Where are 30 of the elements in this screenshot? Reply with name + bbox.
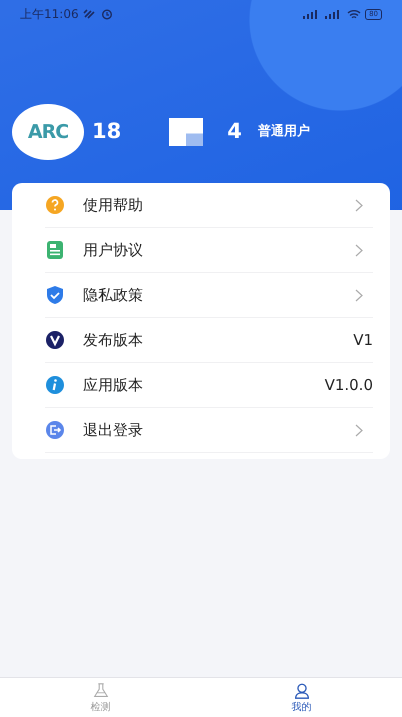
status-time: 上午11:06 bbox=[20, 6, 79, 23]
menu-item-label[interactable]: 应用版本 bbox=[83, 374, 325, 396]
user-role: 普通用户 bbox=[258, 122, 310, 142]
notification-icon bbox=[82, 8, 97, 20]
phone-number: 4 bbox=[227, 118, 242, 146]
person-icon bbox=[292, 682, 310, 700]
shield-check-icon bbox=[45, 285, 65, 305]
chevron-right-icon bbox=[355, 288, 363, 302]
logout-icon bbox=[45, 420, 65, 440]
menu-item-label[interactable]: 发布版本 bbox=[83, 328, 354, 352]
app-logo: ARC bbox=[12, 104, 84, 160]
info-icon bbox=[45, 375, 65, 395]
flask-icon bbox=[92, 682, 110, 700]
tab[interactable]: 我的 bbox=[292, 678, 312, 717]
v-circle-icon bbox=[45, 330, 65, 350]
chevron-right-icon bbox=[355, 244, 363, 256]
version-value: V1 bbox=[353, 330, 373, 351]
help-icon bbox=[45, 195, 65, 215]
document-icon bbox=[45, 240, 65, 260]
wifi-icon bbox=[347, 8, 362, 20]
menu-item-label[interactable]: 用户协议 bbox=[83, 238, 355, 262]
version-value: V1.0.0 bbox=[324, 374, 373, 396]
redaction-block bbox=[169, 118, 204, 146]
phone-number: 18 bbox=[92, 118, 122, 146]
chevron-right-icon bbox=[355, 424, 363, 436]
menu-item-label[interactable]: 退出登录 bbox=[83, 418, 355, 442]
alarm-icon bbox=[100, 8, 113, 20]
menu-item-label[interactable]: 隐私政策 bbox=[83, 284, 355, 306]
chevron-right-icon bbox=[355, 198, 363, 212]
menu-item-label[interactable]: 使用帮助 bbox=[83, 194, 355, 216]
